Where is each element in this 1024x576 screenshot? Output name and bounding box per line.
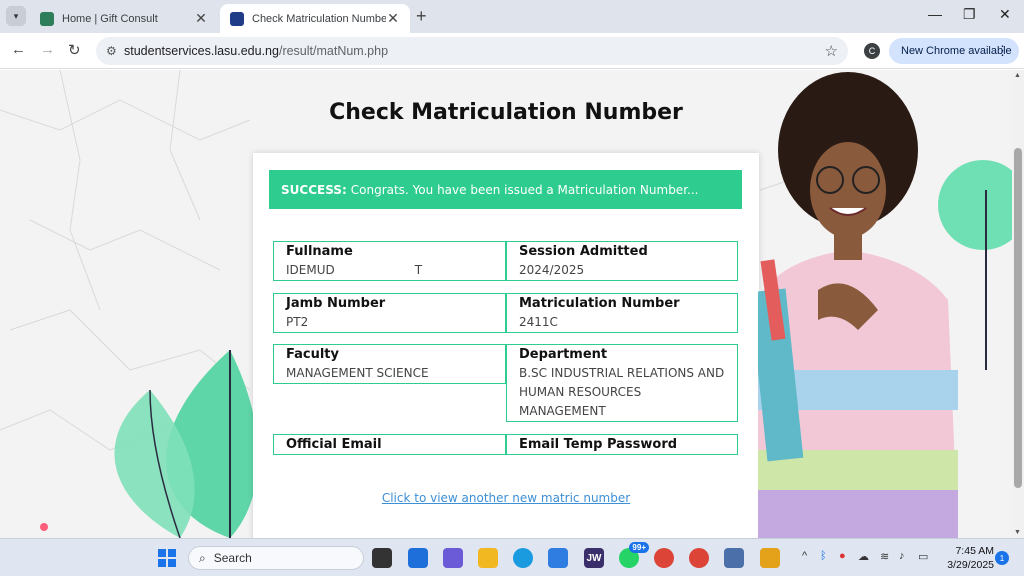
store-icon[interactable] [548,548,568,568]
new-tab-icon[interactable]: + [416,6,427,27]
plant-illustration [40,350,259,538]
faculty-value: MANAGEMENT SCIENCE [286,366,429,380]
bluetooth-icon[interactable]: ᛒ [820,550,827,562]
clock-time: 7:45 AM [955,545,994,557]
password-label: Email Temp Password [519,437,678,452]
gift-consult-favicon-icon [40,11,54,26]
tray-chevron-icon[interactable]: ^ [802,550,807,562]
chrome-icon[interactable] [654,548,674,568]
onedrive-icon[interactable]: ☁ [858,550,869,563]
forward-icon[interactable]: → [40,41,55,58]
menu-dots-icon[interactable]: ⋮ [996,43,1009,59]
department-value: B.SC INDUSTRIAL RELATIONS AND HUMAN RESO… [519,366,725,418]
minimize-icon[interactable]: — [928,6,942,22]
network-app-icon[interactable] [724,548,744,568]
view-another-link[interactable]: Click to view another new matric number [253,491,759,505]
session-value: 2024/2025 [519,263,585,277]
result-card: SUCCESS: Congrats. You have been issued … [253,153,759,538]
bookmark-star-icon[interactable]: ☆ [825,42,838,60]
jw-library-icon[interactable]: JW [584,548,604,568]
faculty-field: Faculty MANAGEMENT SCIENCE [273,344,506,384]
close-tab-icon[interactable]: ✕ [194,10,208,27]
email-label: Official Email [286,437,382,452]
alert-strong: SUCCESS: [281,182,347,197]
notification-badge[interactable]: 1 [995,551,1009,565]
success-alert: SUCCESS: Congrats. You have been issued … [269,170,742,209]
department-field: Department B.SC INDUSTRIAL RELATIONS AND… [506,344,738,422]
whatsapp-icon[interactable]: 99+ [619,542,649,568]
address-bar[interactable]: ⚙ studentservices.lasu.edu.ng/result/mat… [96,37,848,65]
tab-title: Check Matriculation Number :: L [252,12,386,25]
faculty-label: Faculty [286,347,339,362]
matric-label: Matriculation Number [519,296,680,311]
tab-check-matric[interactable]: Check Matriculation Number :: L ✕ [220,4,410,33]
update-chrome-button[interactable]: New Chrome available ⋮ [889,38,1019,64]
edge-icon[interactable] [513,548,533,568]
back-icon[interactable]: ← [11,41,26,58]
clock-date: 3/29/2025 [947,559,994,571]
matric-value: 2411C [519,313,725,332]
lasu-favicon-icon [230,11,244,26]
file-explorer-icon[interactable] [478,548,498,568]
jamb-field: Jamb Number PT2 [273,293,506,333]
defender-icon[interactable]: ● [839,550,846,562]
fullname-value: IDEMUD T [286,263,423,277]
department-label: Department [519,347,608,362]
taskbar-search[interactable]: ⌕ Search [188,546,364,570]
wifi-icon[interactable]: ≋ [880,550,889,563]
windows-taskbar: ⌕ Search JW 99+ ^ ᛒ ● ☁ ≋ ♪ ▭ 7:45 AM 3/… [0,538,1024,576]
chat-icon[interactable] [443,548,463,568]
email-field: Official Email [273,434,506,455]
fullname-label: Fullname [286,244,353,259]
address-host: studentservices.lasu.edu.ng [124,44,279,58]
task-view-icon[interactable] [372,548,392,568]
scroll-up-icon[interactable]: ▲ [1014,72,1021,79]
volume-icon[interactable]: ♪ [899,550,905,562]
profile-avatar[interactable]: C [864,43,880,59]
scroll-down-icon[interactable]: ▼ [1014,529,1021,536]
student-illustration [758,72,1012,538]
battery-icon[interactable]: ▭ [918,550,928,563]
session-label: Session Admitted [519,244,648,259]
restore-icon[interactable]: ❐ [963,6,976,23]
window-close-icon[interactable]: ✕ [999,6,1011,23]
taskbar-search-label: Search [213,551,252,565]
alert-text: Congrats. You have been issued a Matricu… [350,182,699,197]
fullname-field: Fullname IDEMUD T [273,241,506,281]
tab-search-icon[interactable]: ▾ [6,6,26,26]
scrollbar-thumb[interactable] [1014,148,1022,488]
jamb-label: Jamb Number [286,296,386,311]
jamb-value: PT2 [286,313,493,332]
reload-icon[interactable]: ↻ [68,41,81,59]
search-icon: ⌕ [199,550,206,565]
site-info-icon[interactable]: ⚙ [106,44,124,58]
page-viewport: Check Matriculation Number SUCCESS: Cong… [0,70,1012,538]
matric-field: Matriculation Number 2411C [506,293,738,333]
browser-tabstrip: ▾ Home | Gift Consult ✕ Check Matriculat… [0,0,1024,33]
vlc-icon[interactable] [760,548,780,568]
password-field: Email Temp Password [506,434,738,455]
close-tab-icon[interactable]: ✕ [386,10,400,27]
page-scrollbar[interactable]: ▲ ▼ [1012,70,1024,538]
start-icon[interactable] [158,549,176,567]
whatsapp-badge: 99+ [629,542,649,553]
session-field: Session Admitted 2024/2025 [506,241,738,281]
tab-title: Home | Gift Consult [62,12,158,25]
tab-gift-consult[interactable]: Home | Gift Consult ✕ [30,4,218,33]
browser-toolbar: ← → ↻ ⚙ studentservices.lasu.edu.ng/resu… [0,33,1024,69]
widgets-icon[interactable] [408,548,428,568]
address-path: /result/matNum.php [278,44,389,58]
system-clock[interactable]: 7:45 AM 3/29/2025 [934,544,994,572]
chrome-profile-icon[interactable] [689,548,709,568]
